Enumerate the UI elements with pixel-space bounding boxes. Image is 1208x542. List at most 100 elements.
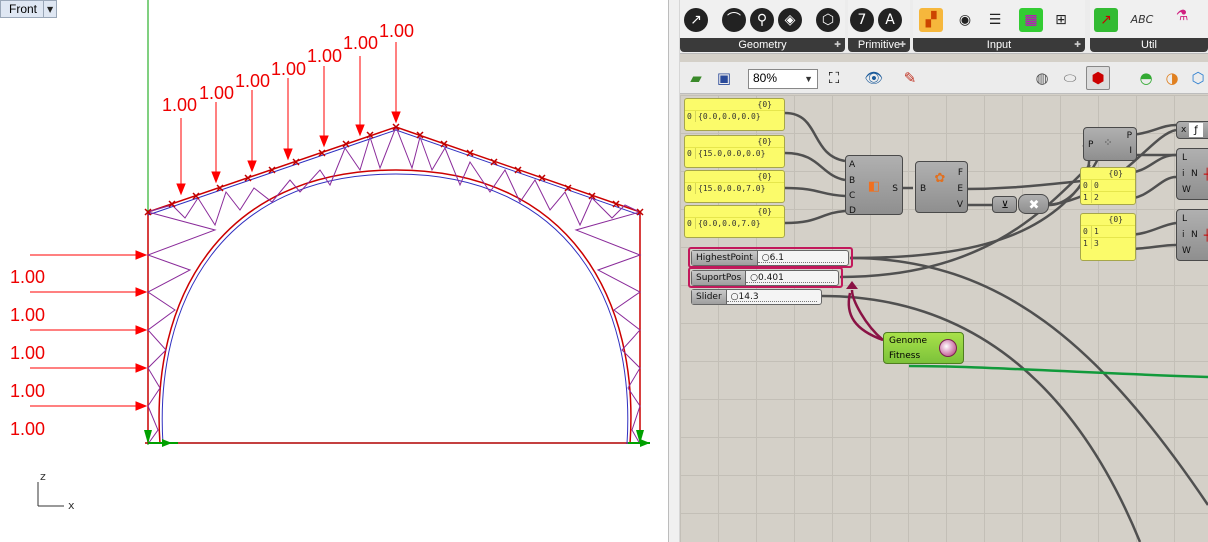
four-point-surface-component[interactable]: A B C D ◧ S <box>845 155 903 216</box>
horizontal-load-arrows <box>30 250 148 411</box>
hexagon-icon[interactable]: ⬡ <box>816 8 840 32</box>
slider-value-text: 14.3 <box>738 292 759 302</box>
group-expand-icon[interactable]: ✚ <box>834 38 841 52</box>
galapagos-icon[interactable]: ↗ <box>1094 8 1118 32</box>
viewport-drawing <box>30 0 650 507</box>
arrow-icon[interactable]: ↗ <box>684 8 708 32</box>
panel-value: 0 <box>1091 180 1099 191</box>
viewport-tab[interactable]: Front ▼ <box>0 0 58 18</box>
slider-value-text: 0.401 <box>758 273 784 283</box>
wireframe-preview-icon[interactable]: ⬭ <box>1058 66 1082 90</box>
list-item-component[interactable]: L i W N ┼ <box>1176 148 1208 200</box>
relay-param-component[interactable]: ⊻ <box>992 196 1017 213</box>
vertical-load-label: 1.00 <box>235 71 271 91</box>
ribbon-group-label: Util <box>1141 39 1157 51</box>
slider-value[interactable]: ○ 6.1 <box>757 251 848 265</box>
ribbon-group-label: Primitive <box>857 39 901 51</box>
suport-pos-slider[interactable]: SuportPos ○ 0.401 <box>691 270 839 286</box>
save-icon[interactable]: ▣ <box>712 66 736 90</box>
viewport-tab-label: Front <box>9 2 38 16</box>
vertical-load-label: 1.00 <box>307 46 343 66</box>
ribbon-group-util[interactable]: ↗ ABC ⚗ Util <box>1090 0 1208 52</box>
point-list-component[interactable]: P ⁘ P I <box>1083 127 1137 161</box>
panel-value: {15.0,0.0,0.0} <box>695 148 765 159</box>
index-panel[interactable]: {0} 00 12 <box>1080 167 1136 205</box>
inner-arch <box>158 169 632 445</box>
input-l: L <box>1182 153 1188 163</box>
display-mode-icon[interactable]: ◑ <box>1160 66 1184 90</box>
point-panel[interactable]: {0} 0 {0.0,0.0,0.0} <box>684 98 785 131</box>
panel-header: {0} <box>1108 215 1123 224</box>
mesh-icon[interactable]: ⬡ <box>1186 66 1208 90</box>
ribbon-group-input[interactable]: ▞ ◉ ☰ ▦ ⊞ Input ✚ <box>913 0 1085 52</box>
curve-icon[interactable]: ⌒ <box>722 8 746 32</box>
output-f: F <box>957 168 963 178</box>
panel-index: 1 <box>1083 193 1088 202</box>
preview-eye-icon[interactable]: 👁 <box>862 66 886 90</box>
link-icon[interactable]: ⚲ <box>750 8 774 32</box>
param-arrow-icon: ⊻ <box>1001 199 1009 211</box>
group-expand-icon[interactable]: ✚ <box>1074 38 1081 52</box>
slider-name: SuportPos <box>692 271 747 285</box>
slider-value[interactable]: ○ 14.3 <box>726 290 821 304</box>
expression-component[interactable]: x ƒ <box>1176 121 1208 139</box>
ribbon-group-geometry[interactable]: ↗ ⌒ ⚲ ◈ ⬡ Geometry ✚ <box>680 0 845 52</box>
image-sampler-icon[interactable]: ⊞ <box>1049 8 1073 32</box>
list-item-icon: ┼ <box>1203 228 1208 242</box>
knob-icon[interactable]: ◉ <box>953 8 977 32</box>
support-left <box>144 430 178 447</box>
shaded-preview-icon[interactable]: ⬢ <box>1086 66 1110 90</box>
open-file-icon[interactable]: ▰ <box>684 66 708 90</box>
panel-value: 2 <box>1091 192 1099 203</box>
galapagos-solver[interactable]: Genome Fitness <box>883 332 964 364</box>
slider[interactable]: Slider ○ 14.3 <box>691 289 822 305</box>
point-panel[interactable]: {0} 0 {15.0,0.0,7.0} <box>684 170 785 203</box>
input-b: B <box>920 184 927 194</box>
panel-value: {0.0,0.0,7.0} <box>695 218 761 229</box>
bake-icon[interactable]: ◓ <box>1134 66 1158 90</box>
cull-component[interactable]: ✖ <box>1018 194 1049 214</box>
zoom-extents-icon[interactable]: ⛶ <box>822 66 846 90</box>
vertical-load-label: 1.00 <box>343 33 379 53</box>
panel-index: 0 <box>687 219 692 228</box>
expression-icon: ƒ <box>1189 123 1203 137</box>
zoom-value: 80% <box>753 71 778 85</box>
zoom-select[interactable]: 80% ▼ <box>748 69 818 89</box>
panel-header: {0} <box>757 137 772 146</box>
deconstruct-brep-component[interactable]: B ✿ F E V <box>915 161 968 213</box>
input-w: W <box>1182 246 1191 256</box>
grasshopper-canvas[interactable]: {0} 0 {0.0,0.0,0.0} {0} 0 {15.0,0.0,0.0} {… <box>680 95 1208 542</box>
outer-frame <box>147 126 641 444</box>
rhino-viewport[interactable]: Front ▼ 1.00 1.00 1.00 1.00 1.00 1.00 1.… <box>0 0 668 542</box>
ribbon-group-primitive[interactable]: 7 A Primitive ✚ <box>848 0 910 52</box>
sketch-pen-icon[interactable]: ✎ <box>898 66 922 90</box>
graph-icon[interactable]: ▞ <box>919 8 943 32</box>
truss-web <box>146 126 642 445</box>
point-panel[interactable]: {0} 0 {15.0,0.0,0.0} <box>684 135 785 168</box>
letter-a-icon[interactable]: A <box>878 8 902 32</box>
index-panel[interactable]: {0} 01 13 <box>1080 213 1136 261</box>
diamond-icon[interactable]: ◈ <box>778 8 802 32</box>
number-seven-icon[interactable]: 7 <box>850 8 874 32</box>
input-b: B <box>849 176 856 186</box>
viewport-menu-dropdown-icon[interactable]: ▼ <box>43 1 56 17</box>
vertical-load-label: 1.00 <box>271 59 307 79</box>
panel-value: {15.0,0.0,7.0} <box>695 183 765 194</box>
panel-index: 0 <box>1083 181 1088 190</box>
slider-name: HighestPoint <box>692 251 758 265</box>
panel-splitter[interactable] <box>668 0 680 542</box>
flask-icon[interactable]: ⚗ <box>1170 4 1194 28</box>
preview-off-icon[interactable]: ◍ <box>1030 66 1054 90</box>
group-expand-icon[interactable]: ✚ <box>899 38 906 52</box>
horizontal-load-label: 1.00 <box>10 305 46 325</box>
point-panel[interactable]: {0} 0 {0.0,0.0,7.0} <box>684 205 785 238</box>
output-p: P <box>1126 131 1132 141</box>
gradient-icon[interactable]: ▦ <box>1019 8 1043 32</box>
brep-icon: ✿ <box>934 170 946 186</box>
list-item-component[interactable]: L i W N ┼ <box>1176 209 1208 261</box>
slider-value[interactable]: ○ 0.401 <box>746 271 838 285</box>
panel-index: 1 <box>1083 239 1088 248</box>
abc-icon[interactable]: ABC <box>1130 8 1154 32</box>
highest-point-slider[interactable]: HighestPoint ○ 6.1 <box>691 250 849 266</box>
list-icon[interactable]: ☰ <box>983 8 1007 32</box>
